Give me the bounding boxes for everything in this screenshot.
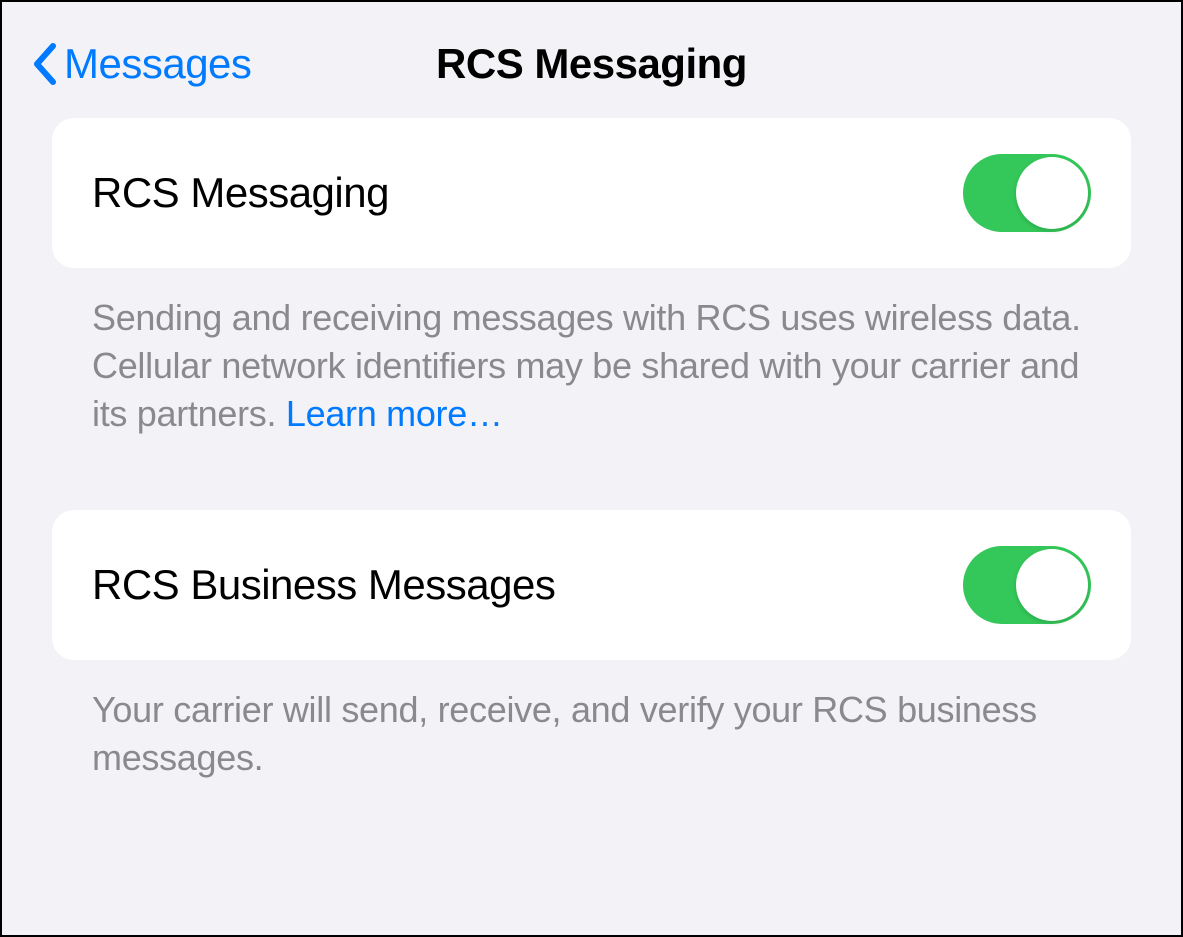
rcs-messaging-toggle[interactable]	[963, 154, 1091, 232]
rcs-messaging-section: RCS Messaging Sending and receiving mess…	[52, 118, 1131, 438]
back-label: Messages	[64, 40, 251, 88]
back-button[interactable]: Messages	[32, 40, 251, 88]
learn-more-link[interactable]: Learn more…	[286, 393, 503, 434]
chevron-left-icon	[32, 43, 56, 85]
rcs-business-footer: Your carrier will send, receive, and ver…	[52, 660, 1131, 782]
rcs-messaging-footer: Sending and receiving messages with RCS …	[52, 268, 1131, 438]
rcs-business-toggle[interactable]	[963, 546, 1091, 624]
toggle-knob	[1016, 157, 1088, 229]
footer-text-content: Sending and receiving messages with RCS …	[92, 297, 1081, 434]
rcs-business-label: RCS Business Messages	[92, 561, 555, 609]
rcs-messaging-label: RCS Messaging	[92, 169, 389, 217]
rcs-business-section: RCS Business Messages Your carrier will …	[52, 510, 1131, 782]
rcs-business-row[interactable]: RCS Business Messages	[52, 510, 1131, 660]
toggle-knob	[1016, 549, 1088, 621]
rcs-messaging-row[interactable]: RCS Messaging	[52, 118, 1131, 268]
footer-text-content: Your carrier will send, receive, and ver…	[92, 689, 1037, 778]
page-title: RCS Messaging	[436, 40, 747, 88]
settings-screen: Messages RCS Messaging RCS Messaging Sen…	[2, 2, 1181, 935]
header: Messages RCS Messaging	[2, 2, 1181, 118]
